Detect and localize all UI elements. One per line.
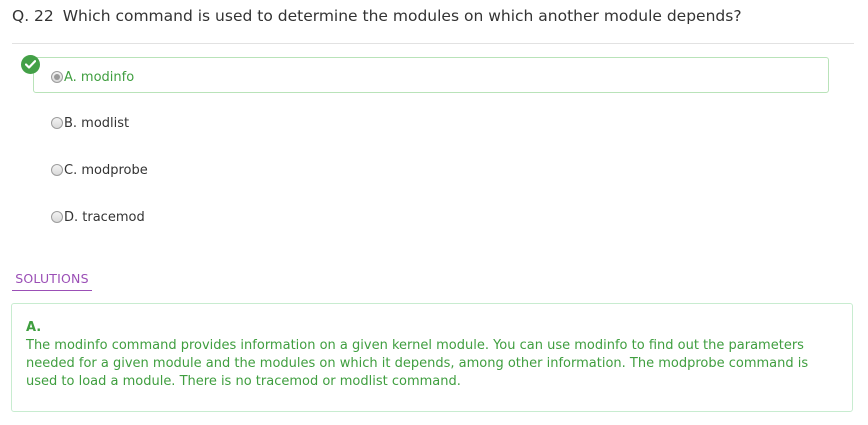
tab-solutions-underline	[12, 290, 92, 291]
option-d[interactable]: D. tracemod	[51, 207, 145, 227]
option-d-label: D. tracemod	[64, 209, 145, 225]
correct-answer-highlight	[33, 57, 829, 93]
solution-explanation: The modinfo command provides information…	[26, 338, 809, 389]
option-d-radio[interactable]	[51, 211, 63, 223]
solution-panel: A. The modinfo command provides informat…	[11, 303, 853, 412]
option-b-label: B. modlist	[64, 115, 130, 131]
solution-answer: A.	[26, 320, 42, 335]
question-title: Q. 22 Which command is used to determine…	[12, 6, 742, 26]
option-a-label: A. modinfo	[64, 69, 135, 85]
tab-solutions[interactable]: SOLUTIONS	[12, 270, 92, 288]
question-text: Which command is used to determine the m…	[62, 7, 742, 25]
divider	[12, 43, 854, 44]
question-number: Q. 22	[12, 7, 54, 25]
option-c[interactable]: C. modprobe	[51, 160, 148, 180]
option-a[interactable]: A. modinfo	[51, 67, 134, 87]
check-circle-icon	[21, 55, 40, 74]
option-c-label: C. modprobe	[64, 162, 148, 178]
option-b[interactable]: B. modlist	[51, 113, 129, 133]
option-c-radio[interactable]	[51, 164, 63, 176]
option-b-radio[interactable]	[51, 117, 63, 129]
option-a-radio[interactable]	[51, 71, 63, 83]
checkmark-icon	[25, 60, 36, 69]
